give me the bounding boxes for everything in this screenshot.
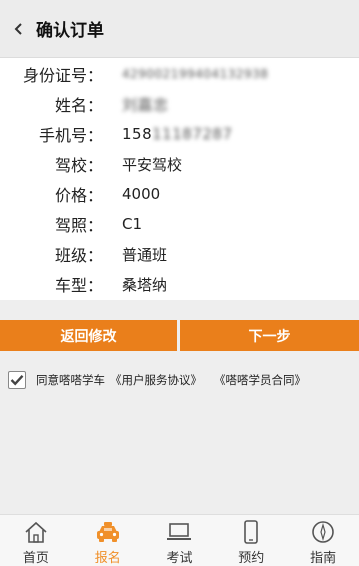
checkmark-icon [10,374,24,386]
page-title: 确认订单 [36,21,104,41]
user-service-agreement-link[interactable]: 《用户服务协议》 [110,372,202,388]
info-row-phone: 手机号： 15811187287 [0,119,359,149]
bottom-tab-bar: 首页 报名 考试 预约 指南 [0,514,359,566]
next-step-button[interactable]: 下一步 [180,320,359,351]
tab-booking[interactable]: 预约 [215,515,287,566]
school-label: 驾校： [54,156,103,175]
info-row-school: 驾校： 平安驾校 [0,149,359,179]
tab-home[interactable]: 首页 [0,515,72,566]
info-row-price: 价格： 4000 [0,179,359,209]
name-value: 刘嘉忠 [122,95,169,114]
phone-value-blurred: 11187287 [152,125,233,143]
tab-guide-label: 指南 [310,551,337,566]
price-value: 4000 [122,185,161,203]
tab-signup-label: 报名 [94,551,121,566]
class-label: 班级： [54,246,103,265]
tab-exam-label: 考试 [166,551,193,566]
info-row-id-number: 身份证号： 429002199404132938 [0,59,359,89]
order-info-panel: 身份证号： 429002199404132938 姓名： 刘嘉忠 手机号： 15… [0,58,359,300]
tab-home-label: 首页 [22,551,49,566]
car-model-value: 桑塔纳 [122,275,168,294]
tab-signup[interactable]: 报名 [72,515,144,566]
phone-icon [244,520,259,544]
student-contract-link[interactable]: 《嗒嗒学员合同》 [214,372,306,388]
action-buttons: 返回修改 下一步 [0,320,359,351]
back-button[interactable] [4,0,34,58]
agree-checkbox[interactable] [8,371,26,389]
info-row-car-model: 车型： 桑塔纳 [0,269,359,299]
name-label: 姓名： [54,96,103,115]
license-label: 驾照： [54,216,103,235]
back-to-edit-button[interactable]: 返回修改 [0,320,177,351]
car-model-label: 车型： [54,276,103,295]
car-icon [96,522,119,542]
info-row-class: 班级： 普通班 [0,239,359,269]
phone-value-visible: 158 [122,125,153,143]
phone-label: 手机号： [38,126,103,145]
header-bar: 确认订单 [0,0,359,58]
agreement-row: 同意嗒嗒学车 《用户服务协议》 《嗒嗒学员合同》 [8,369,306,391]
chevron-left-icon [14,22,22,35]
price-label: 价格： [54,186,103,205]
id-number-label: 身份证号： [22,66,103,85]
home-icon [25,521,47,543]
phone-value: 15811187287 [122,125,233,143]
license-value: C1 [122,215,143,233]
laptop-icon [167,523,192,540]
school-value: 平安驾校 [122,155,183,174]
compass-icon [312,521,334,543]
info-row-license: 驾照： C1 [0,209,359,239]
id-number-value: 429002199404132938 [122,67,269,81]
class-value: 普通班 [122,245,168,264]
tab-exam[interactable]: 考试 [144,515,216,566]
info-row-name: 姓名： 刘嘉忠 [0,89,359,119]
tab-guide[interactable]: 指南 [287,515,359,566]
agree-text: 同意嗒嗒学车 [36,373,105,387]
tab-booking-label: 预约 [238,551,265,566]
